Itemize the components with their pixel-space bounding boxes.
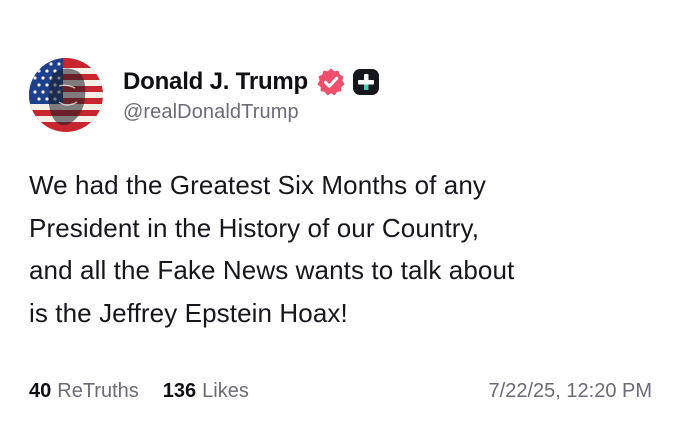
author-display-name[interactable]: Donald J. Trump [123, 68, 308, 96]
likes-count: 136 [162, 380, 197, 402]
post-body: We had the Greatest Six Months of any Pr… [29, 164, 659, 334]
flag-portrait-avatar-icon [29, 58, 103, 132]
post-line: President in the History of our Country, [29, 212, 480, 243]
post-timestamp[interactable]: 7/22/25, 12:20 PM [489, 380, 652, 403]
author-names: Donald J. Trump @realDonaldTrump [123, 65, 380, 124]
avatar[interactable] [29, 58, 103, 132]
retruths-stat[interactable]: 40 ReTruths [29, 380, 139, 403]
likes-stat[interactable]: 136 Likes [163, 380, 249, 403]
post-line: and all the Fake News wants to talk abou… [29, 255, 515, 285]
author-handle[interactable]: @realDonaldTrump [123, 101, 380, 124]
post-footer: 40 ReTruths 136 Likes 7/22/25, 12:20 PM [29, 380, 652, 403]
post-line: We had the Greatest Six Months of any [29, 170, 487, 200]
post-line: is the Jeffrey Epstein Hoax! [29, 297, 348, 328]
retruths-count: 40 [29, 380, 52, 402]
post-header: Donald J. Trump @realDonaldTrump [29, 58, 380, 132]
verified-badge-icon [316, 67, 346, 97]
truth-post: Donald J. Trump @realDonaldTrump We had … [0, 0, 680, 432]
likes-label: Likes [202, 380, 249, 402]
name-row: Donald J. Trump [123, 65, 380, 99]
retruths-label: ReTruths [57, 380, 139, 402]
truth-plus-icon [352, 68, 380, 96]
